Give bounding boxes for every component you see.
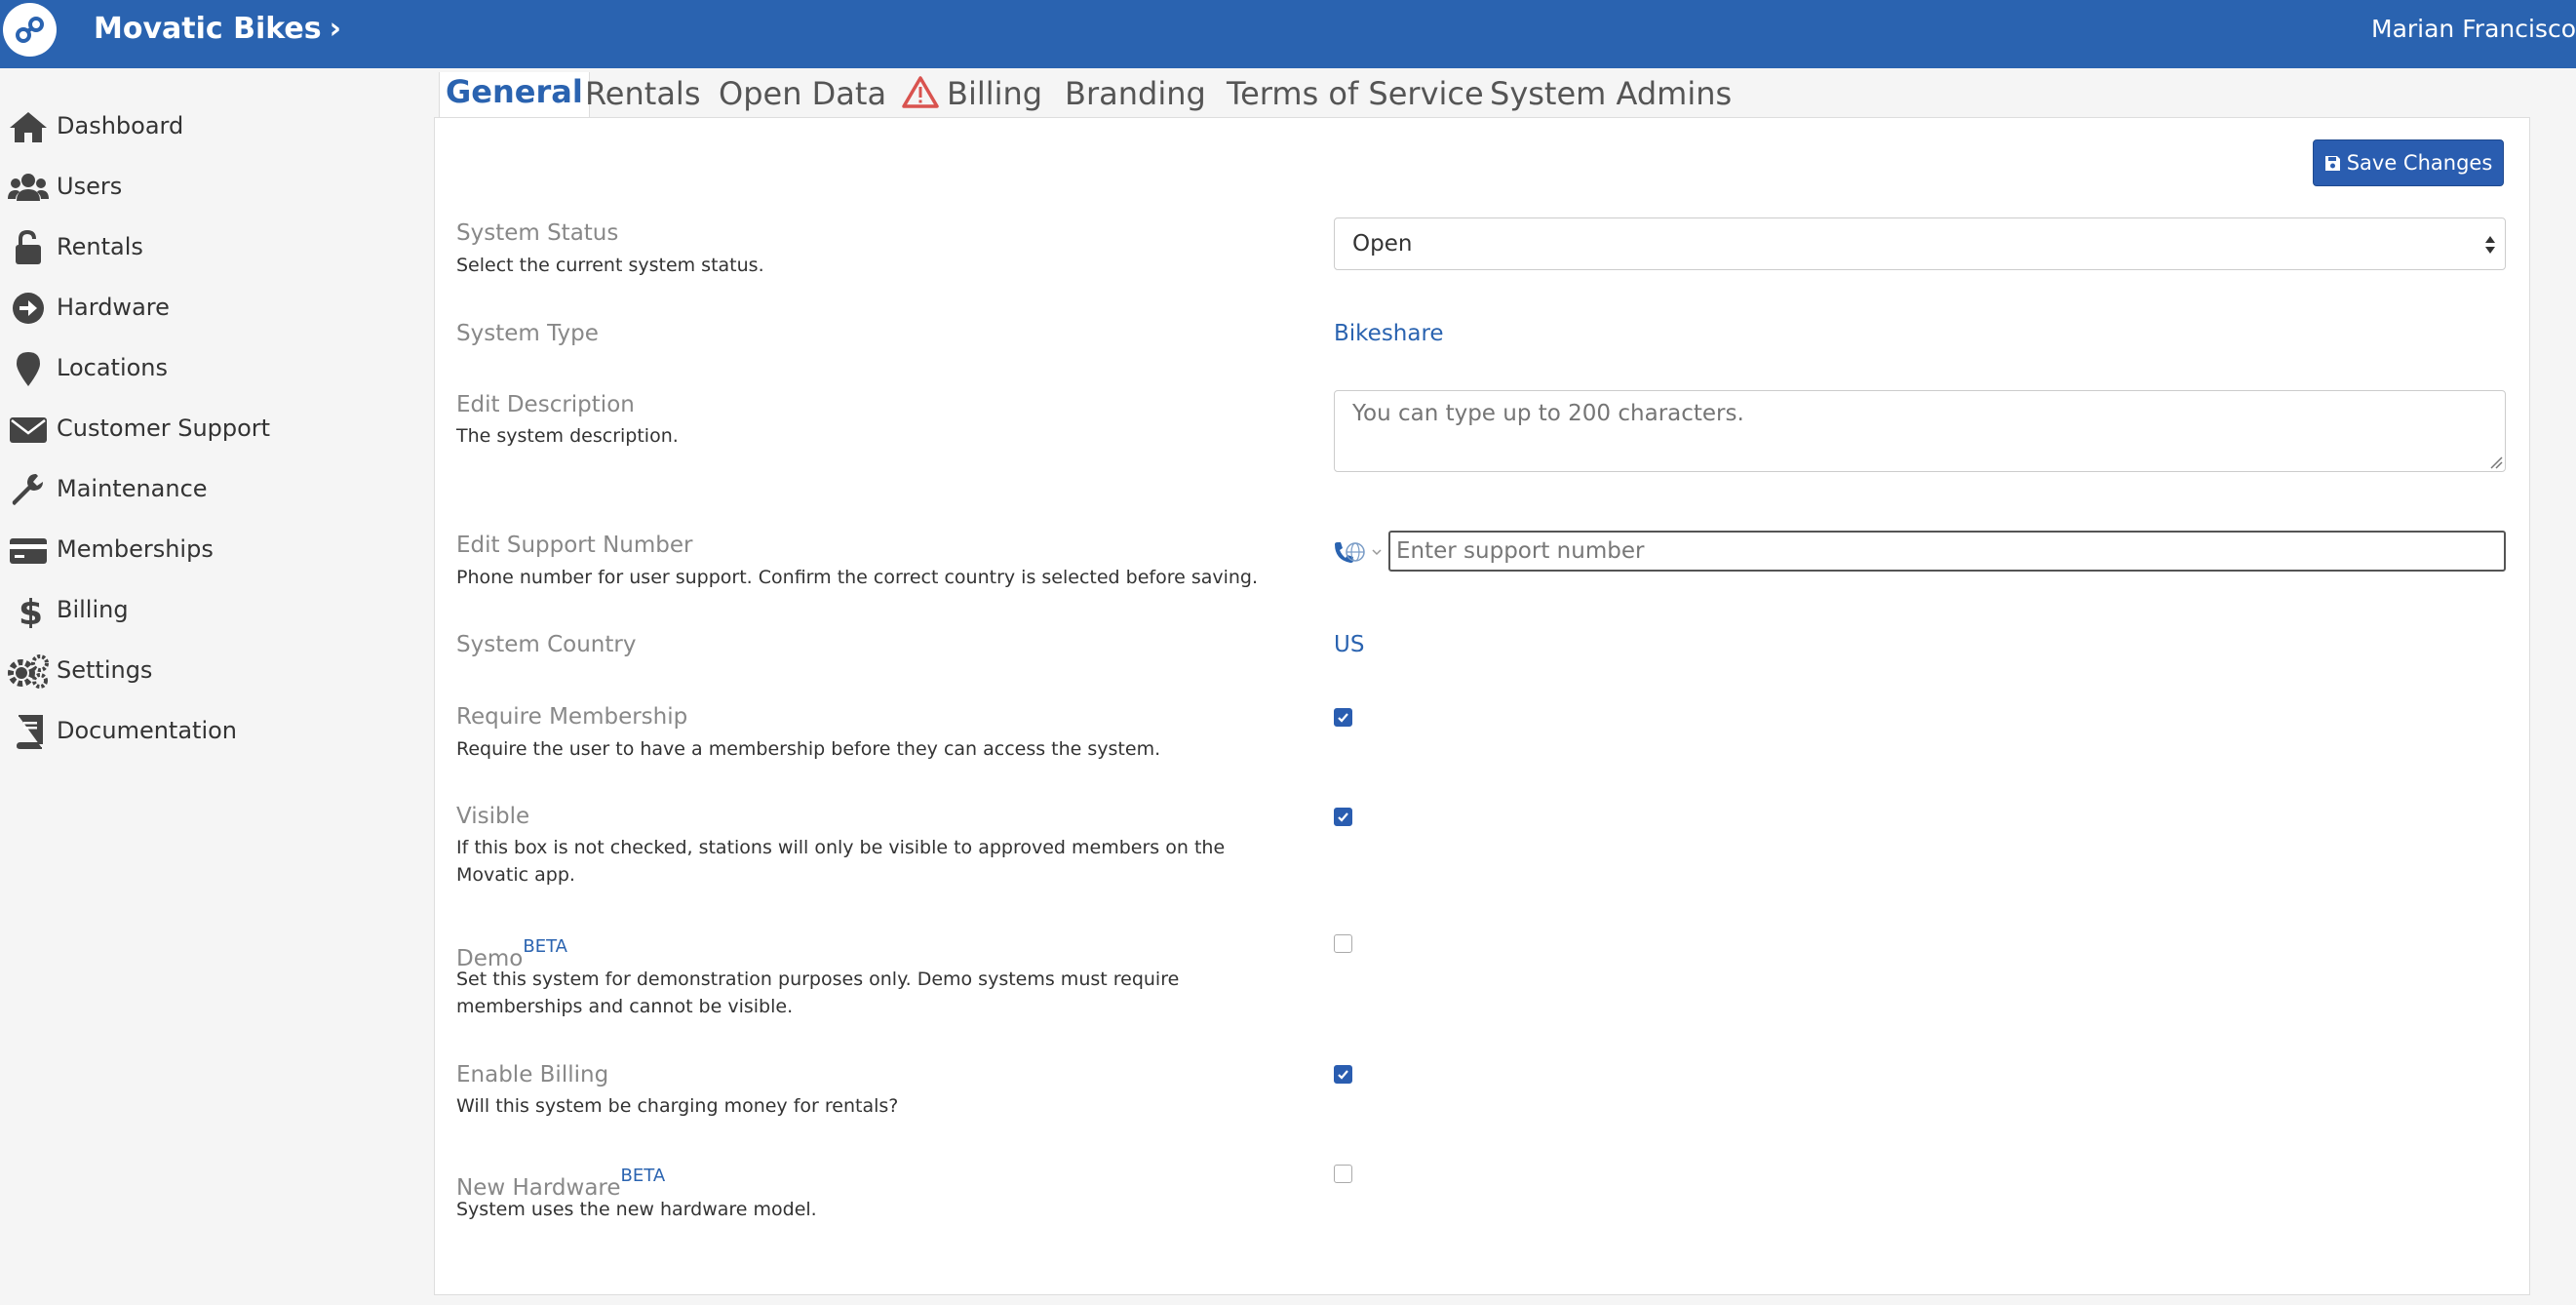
tab-branding[interactable]: Branding <box>1065 74 1206 113</box>
visible-label: Visible <box>456 804 530 829</box>
sidebar-item-label: Customer Support <box>57 415 271 442</box>
map-pin-icon <box>7 351 50 386</box>
sidebar-item-label: Billing <box>57 596 129 623</box>
sidebar-item-label: Settings <box>57 656 153 684</box>
unlock-icon <box>7 229 50 265</box>
require-membership-label: Require Membership <box>456 704 688 730</box>
enable-billing-label: Enable Billing <box>456 1062 609 1088</box>
new-hardware-checkbox[interactable] <box>1334 1165 1352 1183</box>
settings-tabs: General Rentals Open Data Billing Brandi… <box>434 68 2530 119</box>
chevron-right-icon: › <box>329 12 341 46</box>
sidebar-item-locations[interactable]: Locations <box>0 347 410 390</box>
visible-help: If this box is not checked, stations wil… <box>456 837 1226 886</box>
sidebar-item-documentation[interactable]: Documentation <box>0 710 410 753</box>
warning-icon <box>902 75 939 108</box>
support-number-label: Edit Support Number <box>456 533 693 558</box>
sidebar-item-billing[interactable]: $ Billing <box>0 589 410 633</box>
system-status-value: Open <box>1352 231 1413 257</box>
tab-rentals[interactable]: Rentals <box>585 74 700 113</box>
save-changes-button[interactable]: Save Changes <box>2313 139 2504 186</box>
support-number-input[interactable] <box>1388 531 2506 572</box>
envelope-icon <box>7 412 50 447</box>
tab-billing[interactable]: Billing <box>902 74 1042 113</box>
users-icon <box>7 170 50 205</box>
beta-badge: BETA <box>523 936 567 957</box>
description-help: The system description. <box>456 425 679 447</box>
tab-system-admins[interactable]: System Admins <box>1490 74 1732 113</box>
top-bar: Movatic Bikes › Marian Francisco <box>0 0 2576 68</box>
sidebar-item-rentals[interactable]: Rentals <box>0 226 410 269</box>
resize-handle-icon[interactable] <box>2489 455 2503 469</box>
tab-terms-of-service[interactable]: Terms of Service <box>1227 74 1484 113</box>
description-label: Edit Description <box>456 392 635 417</box>
demo-help: Set this system for demonstration purpos… <box>456 969 1180 1017</box>
demo-checkbox[interactable] <box>1334 934 1352 953</box>
sidebar-item-dashboard[interactable]: Dashboard <box>0 105 410 148</box>
sidebar-item-label: Locations <box>57 354 169 381</box>
book-icon <box>7 714 50 749</box>
home-icon <box>7 109 50 144</box>
wrench-icon <box>7 472 50 507</box>
sidebar-item-label: Documentation <box>57 717 238 744</box>
sidebar-item-label: Maintenance <box>57 475 208 502</box>
beta-badge: BETA <box>620 1166 666 1186</box>
brand-link[interactable]: Movatic Bikes › <box>94 11 341 48</box>
visible-checkbox[interactable] <box>1334 808 1352 826</box>
system-type-label: System Type <box>456 321 599 346</box>
system-type-value: Bikeshare <box>1334 321 1444 346</box>
sidebar-item-users[interactable]: Users <box>0 166 410 209</box>
system-status-help: Select the current system status. <box>456 255 764 276</box>
system-country-value: US <box>1334 632 1365 657</box>
tab-general[interactable]: General <box>439 72 590 119</box>
support-number-help: Phone number for user support. Confirm t… <box>456 567 1259 588</box>
system-status-label: System Status <box>456 220 619 246</box>
phone-globe-icon[interactable] <box>1332 538 1386 568</box>
user-menu[interactable]: Marian Francisco <box>2371 14 2576 45</box>
sidebar-item-label: Rentals <box>57 233 143 260</box>
gears-icon <box>7 653 50 689</box>
description-textarea[interactable] <box>1334 390 2506 472</box>
sidebar-item-label: Users <box>57 173 123 200</box>
sidebar-item-label: Memberships <box>57 535 214 563</box>
require-membership-checkbox[interactable] <box>1334 708 1352 727</box>
bike-chain-logo-icon[interactable] <box>3 3 57 57</box>
new-hardware-help: System uses the new hardware model. <box>456 1199 817 1220</box>
sidebar-item-maintenance[interactable]: Maintenance <box>0 468 410 511</box>
sidebar-item-label: Hardware <box>57 294 170 321</box>
sidebar-item-settings[interactable]: Settings <box>0 650 410 692</box>
system-country-label: System Country <box>456 632 637 657</box>
sidebar-item-customer-support[interactable]: Customer Support <box>0 408 410 451</box>
system-status-select[interactable]: Open <box>1334 218 2506 270</box>
enable-billing-help: Will this system be charging money for r… <box>456 1095 899 1117</box>
credit-card-icon <box>7 533 50 568</box>
tab-billing-label: Billing <box>947 75 1043 112</box>
sidebar-item-memberships[interactable]: Memberships <box>0 529 410 572</box>
dollar-icon: $ <box>7 593 50 633</box>
arrow-circle-icon <box>7 291 50 326</box>
svg-text:$: $ <box>19 593 43 628</box>
enable-billing-checkbox[interactable] <box>1334 1065 1352 1084</box>
save-changes-label: Save Changes <box>2346 151 2493 175</box>
sidebar-item-hardware[interactable]: Hardware <box>0 287 410 330</box>
tab-open-data[interactable]: Open Data <box>719 74 886 113</box>
floppy-disk-icon <box>2324 142 2341 171</box>
sidebar-item-label: Dashboard <box>57 112 184 139</box>
brand-name: Movatic Bikes <box>94 12 322 46</box>
require-membership-help: Require the user to have a membership be… <box>456 738 1161 760</box>
select-arrows-icon <box>2483 232 2497 257</box>
